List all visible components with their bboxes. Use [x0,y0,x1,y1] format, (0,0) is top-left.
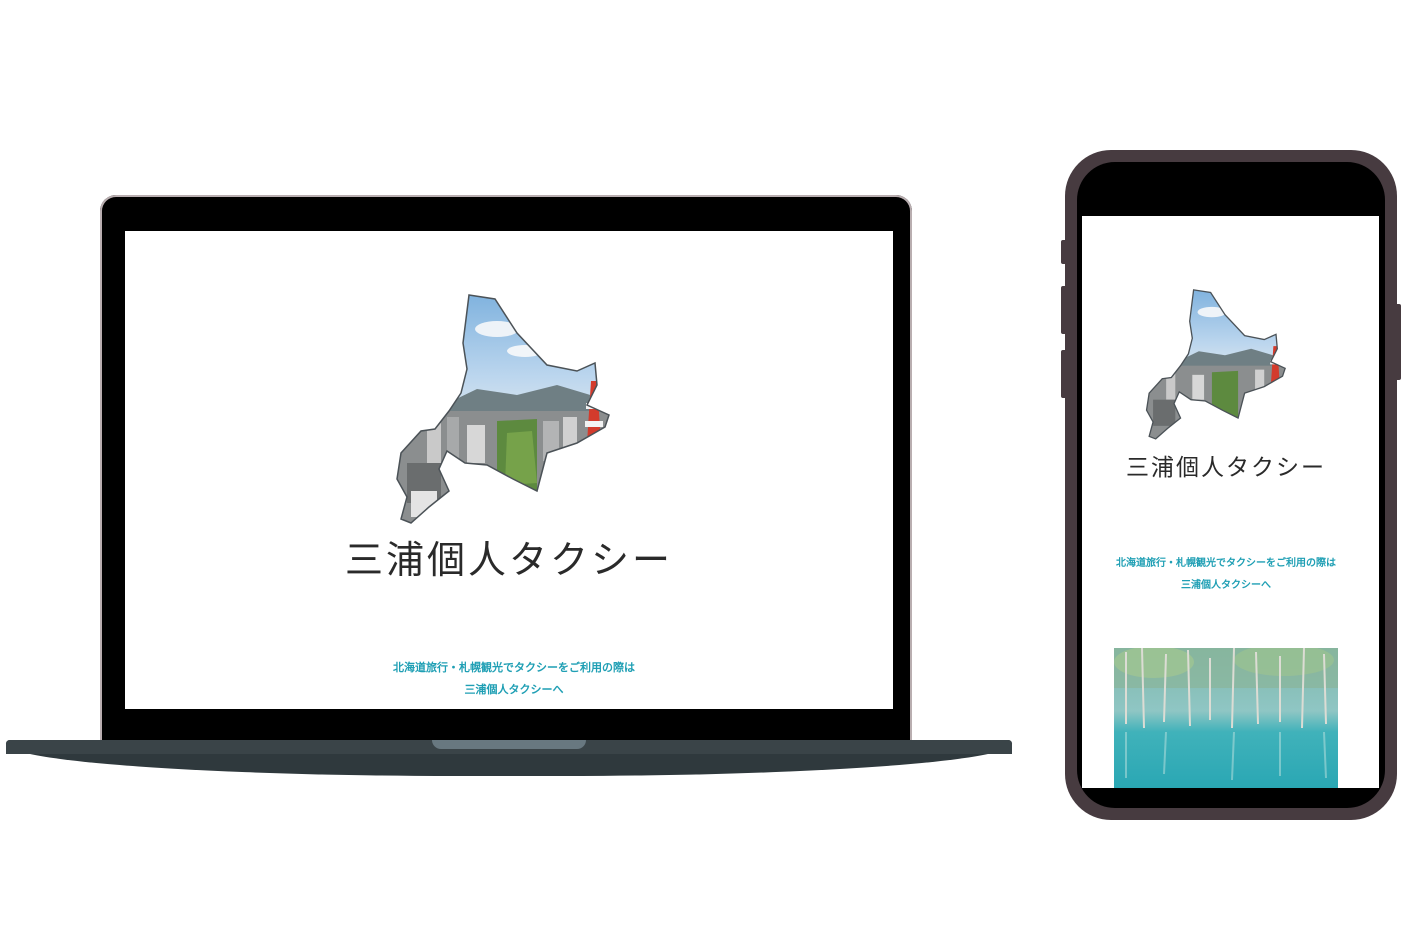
site-tagline-line2: 三浦個人タクシーへ [464,683,564,696]
laptop-opening-notch [432,740,586,749]
laptop-screen: 三浦個人タクシー 北海道旅行・札幌観光でタクシーをご利用の際は 三浦個人タクシー… [125,231,893,709]
hokkaido-map-image [1145,289,1286,440]
site-tagline-line2: 三浦個人タクシーへ [1181,580,1271,591]
hokkaido-map-image [396,294,610,524]
laptop-frame: 三浦個人タクシー 北海道旅行・札幌観光でタクシーをご利用の際は 三浦個人タクシー… [100,195,912,747]
site-tagline-line1: 北海道旅行・札幌観光でタクシーをご利用の際は [1116,558,1336,569]
blue-pond-image [1114,648,1338,788]
site-brand-title: 三浦個人タクシー [1126,455,1326,481]
site-tagline-line1: 北海道旅行・札幌観光でタクシーをご利用の際は [393,661,635,674]
phone-screen: 三浦個人タクシー 北海道旅行・札幌観光でタクシーをご利用の際は 三浦個人タクシー… [1082,216,1379,788]
site-brand-title: 三浦個人タクシー [344,538,673,582]
